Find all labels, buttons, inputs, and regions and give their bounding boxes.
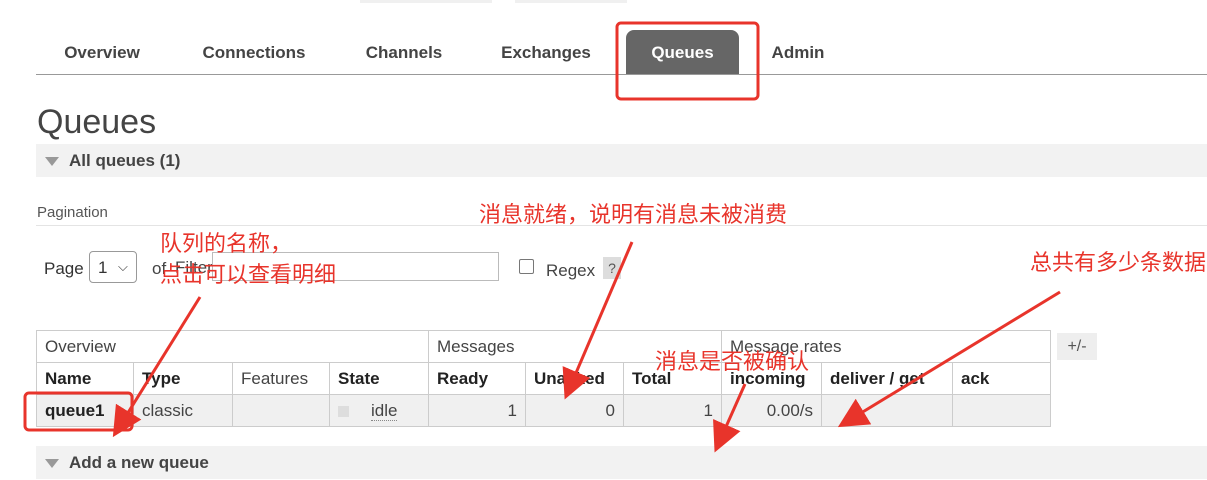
tab-exchanges[interactable]: Exchanges bbox=[490, 30, 602, 74]
col-ready[interactable]: Ready bbox=[428, 362, 526, 395]
queue-state-label: idle bbox=[371, 400, 398, 421]
queue-ack bbox=[952, 394, 1051, 427]
queue-incoming: 0.00/s bbox=[721, 394, 822, 427]
queue-features bbox=[232, 394, 330, 427]
collapse-triangle-icon bbox=[45, 157, 59, 167]
name-annotation-line2: 点击可以查看明细 bbox=[160, 263, 337, 288]
queue-total: 1 bbox=[623, 394, 722, 427]
col-unacked[interactable]: Unacked bbox=[525, 362, 624, 395]
add-queue-label: Add a new queue bbox=[69, 453, 209, 472]
top-strip bbox=[360, 0, 492, 3]
tab-channels[interactable]: Channels bbox=[354, 30, 454, 74]
state-indicator-icon bbox=[338, 405, 349, 417]
regex-label: Regex bbox=[546, 261, 596, 280]
all-queues-toggle[interactable]: All queues (1) bbox=[36, 144, 1207, 177]
unacked-annotation: 消息是否被确认 bbox=[655, 350, 810, 375]
total-annotation: 总共有多少条数据 bbox=[1030, 251, 1207, 276]
regex-help-button[interactable]: ? bbox=[603, 257, 621, 279]
queue-ready: 1 bbox=[428, 394, 526, 427]
name-annotation-line1: 队列的名称， bbox=[160, 232, 293, 257]
main-nav: Overview Connections Channels Exchanges … bbox=[36, 30, 1207, 75]
col-name[interactable]: Name bbox=[36, 362, 134, 395]
page-title: Queues bbox=[37, 103, 157, 141]
col-ack[interactable]: ack bbox=[952, 362, 1051, 395]
tab-admin[interactable]: Admin bbox=[764, 30, 832, 74]
col-deliver-get[interactable]: deliver / get bbox=[821, 362, 953, 395]
chevron-down-icon: ⌵ bbox=[118, 259, 128, 274]
queue-unacked: 0 bbox=[525, 394, 624, 427]
page-label: Page bbox=[44, 259, 84, 278]
collapse-triangle-icon bbox=[45, 459, 59, 469]
tab-queues[interactable]: Queues bbox=[626, 30, 739, 74]
page-select[interactable]: 1 ⌵ bbox=[89, 251, 137, 283]
queue-name-link[interactable]: queue1 bbox=[36, 394, 134, 427]
queue-state: idle bbox=[329, 394, 429, 427]
queues-table: Overview Messages Message rates Name Typ… bbox=[36, 330, 1051, 427]
top-strip bbox=[515, 0, 627, 3]
regex-checkbox[interactable] bbox=[519, 259, 534, 274]
table-row: queue1 classic idle 1 0 1 0.00/s bbox=[36, 394, 1051, 427]
page-select-value: 1 bbox=[98, 258, 108, 277]
col-state[interactable]: State bbox=[329, 362, 429, 395]
add-queue-toggle[interactable]: Add a new queue bbox=[36, 446, 1207, 479]
queue-type: classic bbox=[133, 394, 233, 427]
queue-deliver-get bbox=[821, 394, 953, 427]
col-features[interactable]: Features bbox=[232, 362, 330, 395]
tab-connections[interactable]: Connections bbox=[190, 30, 318, 74]
tab-overview[interactable]: Overview bbox=[46, 30, 158, 74]
pagination-label: Pagination bbox=[37, 204, 108, 221]
col-type[interactable]: Type bbox=[133, 362, 233, 395]
all-queues-label: All queues (1) bbox=[69, 151, 181, 170]
ready-annotation: 消息就绪，说明有消息未被消费 bbox=[479, 203, 788, 228]
column-toggle-button[interactable]: +/- bbox=[1057, 333, 1097, 360]
group-header-overview: Overview bbox=[36, 330, 429, 363]
